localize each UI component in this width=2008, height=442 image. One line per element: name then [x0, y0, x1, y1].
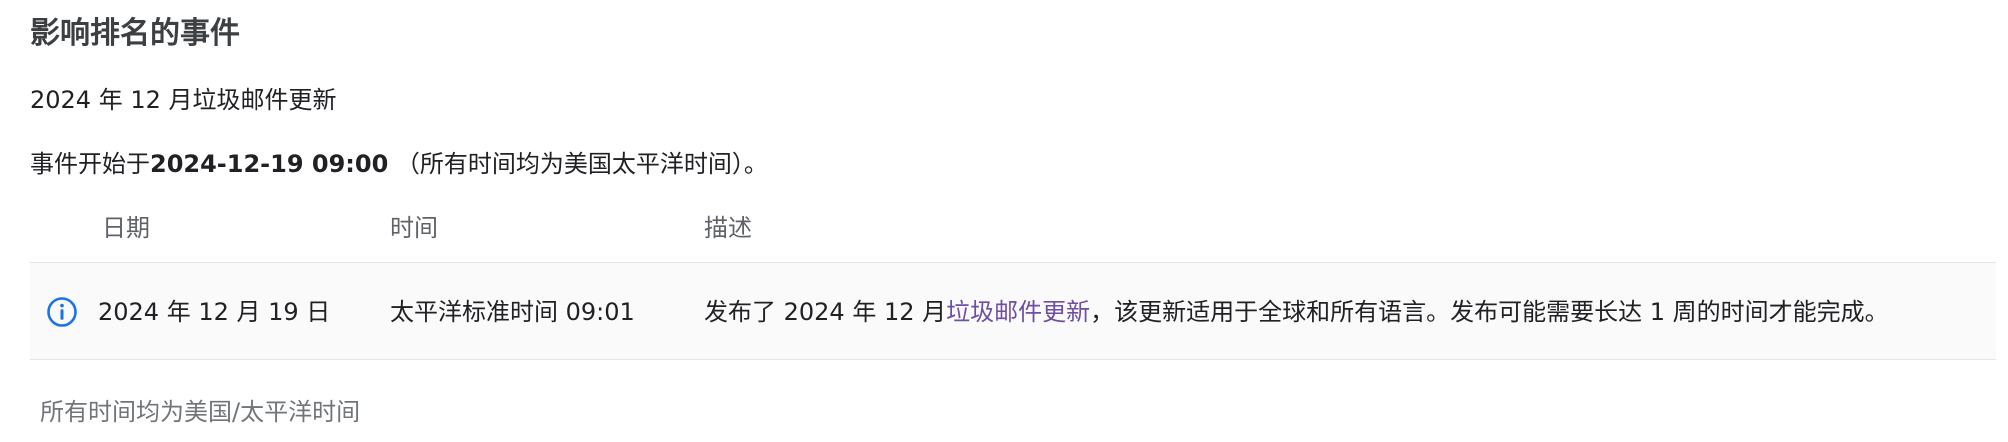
incident-name: 2024 年 12 月垃圾邮件更新	[30, 86, 337, 114]
column-header-description: 描述	[704, 214, 752, 242]
column-header-date: 日期	[102, 214, 150, 242]
table-header: 日期 时间 描述	[30, 200, 1996, 260]
footer-timezone-note: 所有时间均为美国/太平洋时间	[40, 398, 361, 426]
page-title: 影响排名的事件	[30, 16, 240, 51]
spam-update-link[interactable]: 垃圾邮件更新	[946, 298, 1090, 326]
start-prefix: 事件开始于	[30, 150, 150, 178]
column-header-time: 时间	[390, 214, 438, 242]
start-time: 2024-12-19 09:00	[150, 150, 389, 178]
row-date: 2024 年 12 月 19 日	[98, 298, 331, 326]
row-time: 太平洋标准时间 09:01	[390, 298, 635, 326]
description-text-before: 发布了 2024 年 12 月	[704, 298, 947, 326]
row-description: 发布了 2024 年 12 月垃圾邮件更新，该更新适用于全球和所有语言。发布可能…	[704, 296, 1889, 328]
description-text-after: ，该更新适用于全球和所有语言。发布可能需要长达 1 周的时间才能完成。	[1090, 298, 1889, 326]
incident-start-line: 事件开始于2024-12-19 09:00 （所有时间均为美国太平洋时间）。	[30, 144, 768, 179]
timezone-note: （所有时间均为美国太平洋时间）。	[388, 150, 768, 178]
info-icon	[46, 296, 78, 328]
table-row: 2024 年 12 月 19 日 太平洋标准时间 09:01 发布了 2024 …	[30, 262, 1996, 360]
